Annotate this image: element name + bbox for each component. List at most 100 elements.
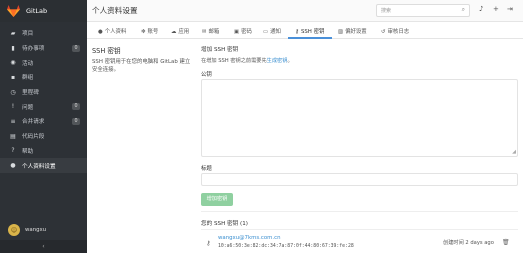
help-text-end: 。 (287, 58, 293, 64)
search-input[interactable]: 搜索 ⌕ (376, 4, 470, 17)
logo-row[interactable]: GitLab (0, 0, 87, 22)
gear-icon: ✻ (141, 29, 146, 35)
plus-icon[interactable]: + (493, 5, 499, 13)
clipboard-icon: ▤ (10, 132, 16, 140)
sidebar-item-issues[interactable]: ! 问题 0 (0, 99, 87, 114)
username: wangxu (25, 227, 47, 233)
add-key-help: 在增加 SSH 密钥之前需要先生成密钥。 (201, 57, 293, 64)
tab-label: 审核日志 (387, 29, 410, 35)
sidebar-item-label: 合并请求 (22, 119, 45, 126)
dashboard-icon: ◉ (10, 59, 16, 67)
sidebar-item-profile-settings[interactable]: ● 个人资料设置 (0, 158, 87, 173)
search-placeholder: 搜索 (381, 8, 392, 14)
active-tab-indicator (288, 37, 332, 39)
current-user[interactable]: ☺ wangxu (0, 220, 87, 240)
tab-label: 偏好设置 (345, 29, 367, 35)
title-input[interactable] (201, 173, 518, 186)
todos-count-badge: 0 (72, 44, 80, 52)
tab-profile[interactable]: ● 个人资料 (98, 27, 126, 35)
key-created-time: 创建时间 2 days ago (443, 240, 494, 246)
page-title: 个人资料设置 (92, 6, 138, 15)
key-icon: ⚷ (295, 29, 299, 35)
title-label: 标题 (201, 166, 212, 172)
bell-icon: ▮ (11, 44, 15, 52)
key-title-link[interactable]: wangxu@7kms.com.cn (218, 235, 280, 241)
cloud-icon: ☁ (171, 29, 177, 35)
profile-tabs: ● 个人资料 ✻ 账号 ☁ 应用 ✉ 邮箱 ▣ 密码 ▭ 通知 ⚷ SSH 密钥 ▨ 偏好设置 … (87, 22, 523, 39)
avatar: ☺ (8, 224, 20, 236)
key-icon: ⚷ (206, 239, 211, 247)
user-icon: ● (10, 162, 16, 170)
tab-label: 邮箱 (208, 29, 220, 35)
exclamation-icon: ! (11, 103, 15, 111)
add-key-heading: 增加 SSH 密钥 (201, 47, 239, 53)
tab-account[interactable]: ✻ 账号 (141, 27, 158, 35)
add-key-button[interactable]: 增加密钥 (201, 193, 233, 206)
trash-icon[interactable]: 🗑 (502, 239, 510, 246)
question-icon: ? (11, 147, 15, 155)
users-icon: ▪ (10, 73, 16, 81)
help-text: 在增加 SSH 密钥之前需要先 (201, 58, 267, 64)
divider (201, 211, 518, 212)
list-icon: ≡ (10, 117, 16, 125)
tab-label: 个人资料 (104, 29, 127, 35)
sidebar-item-projects[interactable]: ▰ 项目 (0, 26, 87, 41)
sidebar-item-groups[interactable]: ▪ 群组 (0, 70, 87, 85)
key-fingerprint: 10:a6:50:3e:82:dc:34:7a:87:0f:44:80:67:3… (218, 244, 354, 249)
sidebar-item-label: 活动 (22, 60, 34, 67)
tab-notifications[interactable]: ▭ 通知 (263, 27, 281, 35)
tab-audit-log[interactable]: ↺ 审核日志 (381, 27, 409, 35)
tab-label: 账号 (147, 29, 159, 35)
sidebar-item-label: 帮助 (22, 148, 34, 155)
sidebar-item-label: 群组 (22, 75, 34, 82)
envelope-icon: ✉ (202, 29, 207, 35)
key-label: 公钥 (201, 72, 212, 78)
bookmark-icon: ▰ (10, 29, 16, 37)
bell-icon[interactable]: ♪ (479, 5, 483, 13)
sidebar-item-label: 个人资料设置 (22, 163, 56, 170)
tab-label: 通知 (270, 29, 281, 35)
gitlab-logo-icon (7, 5, 20, 17)
lock-icon: ▣ (234, 29, 240, 35)
sidebar-item-todos[interactable]: ▮ 待办事项 0 (0, 41, 87, 56)
your-keys-heading: 您的 SSH 密钥 (1) (201, 221, 248, 227)
search-icon: ⌕ (461, 6, 465, 13)
collapse-sidebar-button[interactable]: ‹ (0, 240, 87, 253)
clock-icon: ◷ (10, 88, 16, 96)
sidebar-item-snippets[interactable]: ▤ 代码片段 (0, 129, 87, 144)
tab-emails[interactable]: ✉ 邮箱 (202, 27, 219, 35)
sign-out-icon[interactable]: ⇥ (507, 5, 513, 13)
sidebar-item-activity[interactable]: ◉ 活动 (0, 55, 87, 70)
sidebar-item-label: 待办事项 (22, 46, 45, 53)
section-description: SSH 密钥用于在您的电脑和 GitLab 建立安全连接。 (92, 59, 191, 73)
tab-label: 应用 (178, 29, 190, 35)
user-icon: ● (98, 29, 103, 35)
sidebar-item-milestones[interactable]: ◷ 里程碑 (0, 85, 87, 100)
tab-label: 密码 (241, 29, 252, 35)
tab-password[interactable]: ▣ 密码 (234, 27, 252, 35)
tab-ssh-keys[interactable]: ⚷ SSH 密钥 (295, 27, 324, 35)
sidebar-nav: ▰ 项目 ▮ 待办事项 0 ◉ 活动 ▪ 群组 ◷ 里程碑 ! 问题 0 ≡ 合并请求 0 ▤ 代码片… (0, 26, 87, 173)
sidebar-item-merge-requests[interactable]: ≡ 合并请求 0 (0, 114, 87, 129)
list-item: ⚷ wangxu@7kms.com.cn 10:a6:50:3e:82:dc:3… (201, 229, 518, 253)
inbox-icon: ▭ (263, 29, 269, 35)
history-icon: ↺ (381, 29, 386, 35)
sidebar-item-label: 问题 (22, 104, 34, 111)
sidebar-item-label: 代码片段 (22, 134, 45, 141)
sidebar: GitLab ▰ 项目 ▮ 待办事项 0 ◉ 活动 ▪ 群组 ◷ 里程碑 ! 问题 0 ≡ 合并请… (0, 0, 87, 253)
issues-count-badge: 0 (72, 103, 80, 111)
generate-key-link[interactable]: 生成密钥 (267, 58, 288, 64)
sidebar-item-help[interactable]: ? 帮助 (0, 144, 87, 159)
sidebar-item-label: 里程碑 (22, 90, 39, 97)
key-textarea[interactable]: ◢ (201, 79, 518, 157)
sidebar-item-label: 项目 (22, 31, 34, 38)
app-name: GitLab (26, 7, 48, 15)
image-icon: ▨ (338, 29, 344, 35)
merge-requests-count-badge: 0 (72, 118, 80, 126)
tab-preferences[interactable]: ▨ 偏好设置 (338, 27, 367, 35)
tab-label: SSH 密钥 (300, 29, 325, 35)
tab-applications[interactable]: ☁ 应用 (171, 27, 189, 35)
resize-grip-icon[interactable]: ◢ (512, 150, 516, 155)
header: 个人资料设置 搜索 ⌕ ♪ + ⇥ (87, 0, 523, 22)
section-title: SSH 密钥 (92, 47, 121, 55)
